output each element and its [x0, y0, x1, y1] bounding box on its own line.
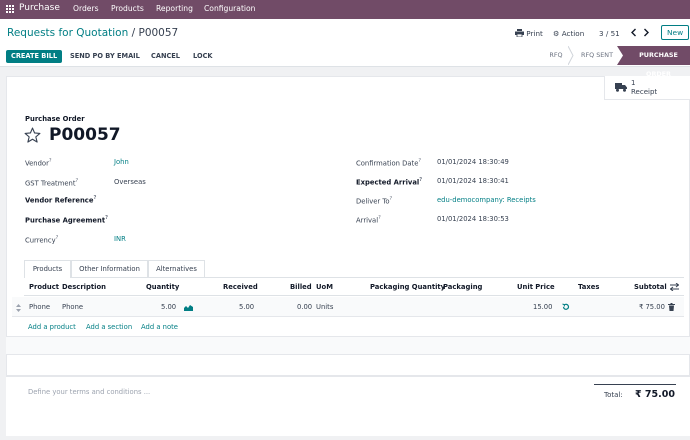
- vendor-label: Vendor?: [25, 158, 52, 168]
- chevron-left-icon[interactable]: [630, 28, 638, 37]
- row-uom[interactable]: Units: [316, 303, 333, 311]
- vendor-reference-label: Vendor Reference?: [25, 195, 97, 205]
- col-subtotal[interactable]: Subtotal: [634, 283, 667, 291]
- col-packaging[interactable]: Packaging: [443, 283, 482, 291]
- breadcrumb-parent[interactable]: Requests for Quotation: [7, 27, 128, 39]
- row-billed: 0.00: [297, 303, 313, 311]
- print-label: Print: [526, 29, 543, 38]
- col-product[interactable]: Product: [29, 283, 59, 291]
- purchase-agreement-label: Purchase Agreement?: [25, 215, 109, 225]
- form-subtitle: Purchase Order: [25, 115, 85, 123]
- col-received[interactable]: Received: [223, 283, 258, 291]
- add-product-link[interactable]: Add a product: [28, 323, 76, 331]
- print-button[interactable]: Print: [515, 29, 543, 38]
- total-divider: [594, 384, 676, 385]
- tab-other-information[interactable]: Other Information: [71, 260, 148, 277]
- receipt-label: Receipt: [631, 88, 658, 96]
- row-subtotal: ₹ 75.00: [639, 303, 665, 311]
- tab-products[interactable]: Products: [24, 260, 71, 278]
- apps-menu-icon[interactable]: [6, 5, 15, 14]
- col-unit-price[interactable]: Unit Price: [517, 283, 555, 291]
- col-uom[interactable]: UoM: [316, 283, 333, 291]
- status-purchase-order[interactable]: PURCHASE ORDER: [627, 46, 690, 78]
- currency-label: Currency?: [25, 235, 59, 245]
- add-section-link[interactable]: Add a section: [86, 323, 132, 331]
- expected-arrival-label: Expected Arrival?: [356, 177, 423, 187]
- nav-app-name[interactable]: Purchase: [19, 3, 60, 13]
- purchase-agreement-field[interactable]: [114, 214, 324, 224]
- pager-value[interactable]: 3 / 51: [599, 29, 620, 38]
- order-name: P00057: [49, 125, 121, 145]
- nav-reporting[interactable]: Reporting: [156, 4, 193, 13]
- row-received[interactable]: 5.00: [239, 303, 254, 311]
- expected-arrival-value[interactable]: 01/01/2024 18:30:41: [437, 177, 509, 185]
- form-footer: [6, 376, 690, 436]
- lock-button[interactable]: LOCK: [188, 50, 218, 63]
- deliver-to-label: Deliver To?: [356, 196, 393, 206]
- history-icon[interactable]: [562, 303, 570, 311]
- new-button[interactable]: New: [661, 25, 690, 40]
- terms-input[interactable]: Define your terms and conditions ...: [28, 388, 150, 396]
- forecast-chart-icon[interactable]: [184, 304, 193, 311]
- gst-treatment-label: GST Treatment?: [25, 178, 79, 188]
- gear-icon: ⚙: [553, 29, 560, 38]
- col-billed[interactable]: Billed: [290, 283, 312, 291]
- row-description[interactable]: Phone: [62, 303, 83, 311]
- truck-icon: [615, 83, 627, 92]
- nav-products[interactable]: Products: [111, 4, 144, 13]
- drag-handle-icon[interactable]: [16, 304, 21, 312]
- confirmation-date-label: Confirmation Date?: [356, 158, 422, 168]
- cancel-button[interactable]: CANCEL: [146, 50, 185, 63]
- top-navbar: Purchase Orders Products Reporting Confi…: [0, 0, 690, 19]
- arrival-label: Arrival?: [356, 215, 381, 225]
- currency-value[interactable]: INR: [114, 235, 126, 243]
- vendor-value[interactable]: John: [114, 158, 129, 166]
- total-label: Total:: [604, 391, 623, 399]
- total-value: ₹ 75.00: [635, 389, 675, 400]
- col-taxes[interactable]: Taxes: [578, 283, 599, 291]
- print-icon: [515, 29, 524, 38]
- receipt-count: 1: [631, 79, 636, 87]
- gst-treatment-value[interactable]: Overseas: [114, 178, 146, 186]
- nav-orders[interactable]: Orders: [73, 4, 99, 13]
- breadcrumb-separator: /: [131, 27, 136, 39]
- empty-row: [6, 336, 690, 355]
- trash-icon[interactable]: [668, 303, 675, 311]
- row-product[interactable]: Phone: [29, 303, 50, 311]
- star-icon[interactable]: [24, 127, 41, 143]
- col-description[interactable]: Description: [62, 283, 106, 291]
- form-sheet: [6, 76, 690, 376]
- column-settings-icon[interactable]: [670, 283, 679, 291]
- row-quantity[interactable]: 5.00: [161, 303, 176, 311]
- chevron-right-icon[interactable]: [642, 28, 650, 37]
- tab-alternatives[interactable]: Alternatives: [148, 260, 205, 277]
- breadcrumb-current: P00057: [138, 27, 179, 39]
- row-unit-price[interactable]: 15.00: [533, 303, 552, 311]
- confirmation-date-value[interactable]: 01/01/2024 18:30:49: [437, 158, 509, 166]
- vendor-reference-field[interactable]: [114, 194, 324, 204]
- breadcrumb: Requests for Quotation / P00057: [7, 27, 178, 39]
- col-packaging-quantity[interactable]: Packaging Quantity: [370, 283, 445, 291]
- action-button[interactable]: ⚙ Action: [553, 29, 584, 38]
- receipt-smart-button[interactable]: 1 Receipt: [604, 76, 690, 100]
- table-row[interactable]: [12, 297, 684, 317]
- add-note-link[interactable]: Add a note: [141, 323, 178, 331]
- send-po-button[interactable]: SEND PO BY EMAIL: [65, 50, 145, 63]
- arrival-value[interactable]: 01/01/2024 18:30:53: [437, 215, 509, 223]
- status-arrow-icon: [617, 46, 627, 65]
- status-arrow-icon: [568, 46, 574, 65]
- deliver-to-value[interactable]: edu-democompany: Receipts: [437, 196, 536, 204]
- col-quantity[interactable]: Quantity: [146, 283, 179, 291]
- create-bill-button[interactable]: CREATE BILL: [6, 50, 63, 63]
- status-rfq-sent[interactable]: RFQ SENT: [575, 46, 619, 65]
- action-label: Action: [561, 29, 585, 38]
- nav-configuration[interactable]: Configuration: [204, 4, 256, 13]
